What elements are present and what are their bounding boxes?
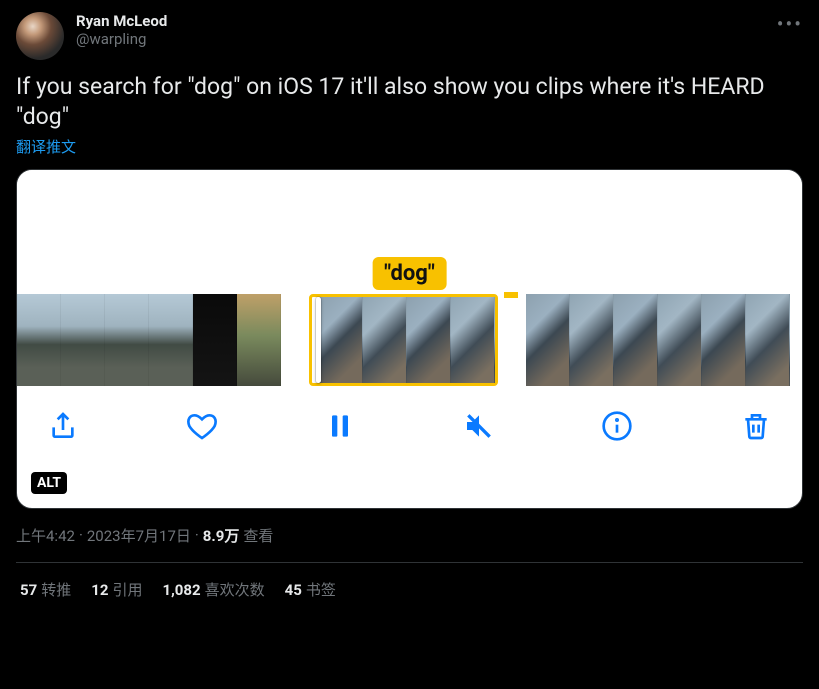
mute-icon[interactable] xyxy=(463,410,495,442)
thumb xyxy=(746,294,790,386)
stat-num: 12 xyxy=(91,581,108,599)
stat-num: 1,082 xyxy=(162,581,200,599)
stat-num: 45 xyxy=(285,581,302,599)
media-toolbar xyxy=(17,386,802,466)
avatar[interactable] xyxy=(16,12,64,60)
views-label: 查看 xyxy=(243,525,273,546)
thumb xyxy=(407,297,451,383)
thumb xyxy=(526,294,570,386)
thumb xyxy=(570,294,614,386)
alt-badge[interactable]: ALT xyxy=(31,472,67,494)
meta-sep: · xyxy=(79,526,83,544)
stat-label: 引用 xyxy=(112,581,142,599)
stat-label: 书签 xyxy=(306,581,336,599)
display-name: Ryan McLeod xyxy=(76,12,167,30)
thumb xyxy=(105,294,149,386)
author-names[interactable]: Ryan McLeod @warpling xyxy=(76,12,167,48)
thumb xyxy=(319,297,363,383)
stat-likes[interactable]: 1,082 喜欢次数 xyxy=(162,579,264,600)
clip-group[interactable] xyxy=(526,294,790,386)
share-icon[interactable] xyxy=(47,410,79,442)
thumb xyxy=(149,294,193,386)
pause-icon[interactable] xyxy=(324,410,356,442)
clip-group[interactable] xyxy=(17,294,281,386)
thumb xyxy=(193,294,237,386)
thumb xyxy=(237,294,281,386)
more-icon[interactable]: ••• xyxy=(777,12,803,36)
views-count: 8.9万 xyxy=(203,525,240,546)
thumb xyxy=(17,294,61,386)
badge-tick xyxy=(504,292,518,298)
info-icon[interactable] xyxy=(601,410,633,442)
playhead[interactable] xyxy=(316,297,321,383)
heart-icon[interactable] xyxy=(186,410,218,442)
thumb xyxy=(61,294,105,386)
tweet-header: Ryan McLeod @warpling ••• xyxy=(16,12,803,60)
stat-quotes[interactable]: 12引用 xyxy=(91,579,142,600)
meta-time[interactable]: 上午4:42 xyxy=(16,525,75,546)
tweet: Ryan McLeod @warpling ••• If you search … xyxy=(0,0,819,616)
meta-date[interactable]: 2023年7月17日 xyxy=(87,525,191,546)
clip-group-selected[interactable] xyxy=(309,294,498,386)
stat-num: 57 xyxy=(20,581,37,599)
stat-label: 转推 xyxy=(41,581,71,599)
search-term-badge: "dog" xyxy=(372,257,447,290)
thumb xyxy=(363,297,407,383)
trash-icon[interactable] xyxy=(740,410,772,442)
translate-link[interactable]: 翻译推文 xyxy=(16,136,803,157)
filmstrip[interactable] xyxy=(17,294,802,386)
meta-sep: · xyxy=(195,526,199,544)
handle: @warpling xyxy=(76,30,167,48)
thumb xyxy=(451,297,495,383)
tweet-text: If you search for "dog" on iOS 17 it'll … xyxy=(16,72,803,132)
media-top: "dog" xyxy=(17,170,802,294)
tweet-meta: 上午4:42 · 2023年7月17日 · 8.9万 查看 xyxy=(16,525,803,563)
tweet-stats: 57转推 12引用 1,082 喜欢次数 45书签 xyxy=(16,563,803,616)
stat-bookmarks[interactable]: 45书签 xyxy=(285,579,336,600)
stat-label: 喜欢次数 xyxy=(205,581,265,599)
stat-retweets[interactable]: 57转推 xyxy=(20,579,71,600)
thumb xyxy=(702,294,746,386)
media-card[interactable]: "dog" xyxy=(16,169,803,509)
thumb xyxy=(658,294,702,386)
thumb xyxy=(614,294,658,386)
